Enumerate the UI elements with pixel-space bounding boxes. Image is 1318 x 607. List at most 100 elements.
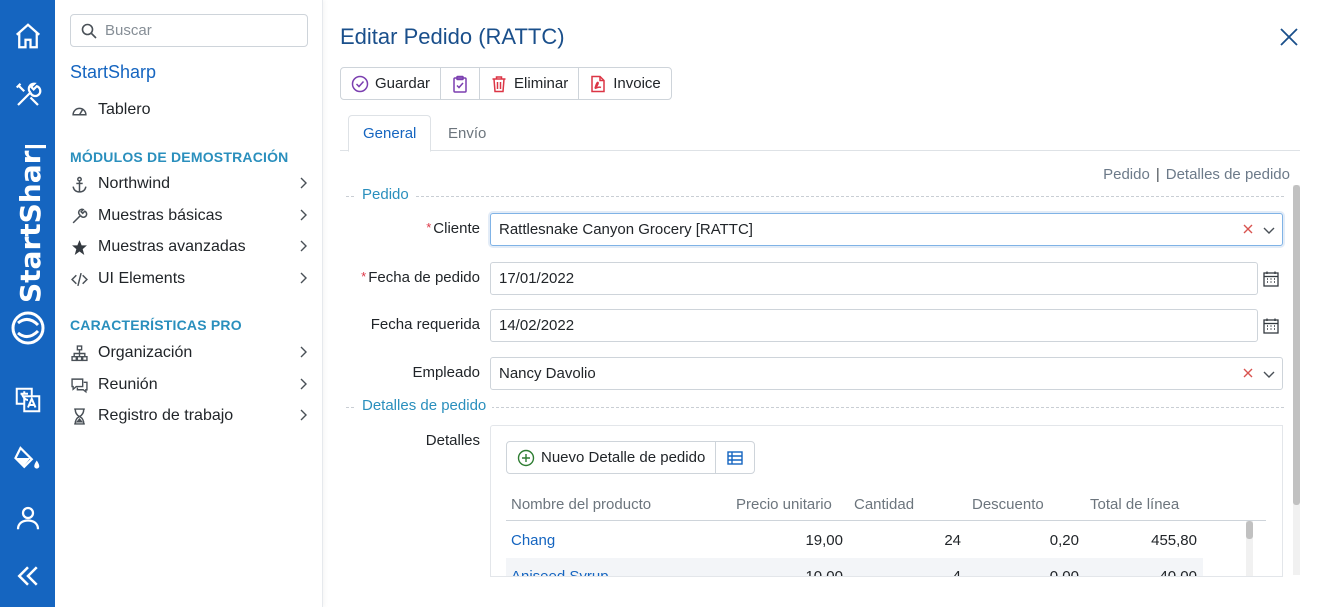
- column-picker-button[interactable]: [716, 442, 754, 473]
- invoice-button[interactable]: Invoice: [579, 68, 671, 99]
- sidebar-item-northwind[interactable]: Northwind: [70, 170, 310, 198]
- tools-icon[interactable]: [0, 73, 55, 117]
- discount-cell: 0,00: [1049, 568, 1079, 577]
- required-date-label: Fecha requerida: [370, 316, 480, 333]
- chevron-right-icon: [300, 409, 307, 421]
- scrollbar-thumb[interactable]: [1293, 185, 1300, 505]
- employee-label: Empleado: [412, 364, 480, 381]
- employee-select[interactable]: Nancy Davolio: [490, 357, 1283, 390]
- category-title: Detalles de pedido: [356, 397, 493, 414]
- category-order: Pedido: [346, 186, 1284, 206]
- product-link[interactable]: Aniseed Syrup: [511, 568, 609, 576]
- order-date-label: * Fecha de pedido: [361, 269, 480, 286]
- theme-icon[interactable]: [0, 436, 55, 480]
- calendar-icon[interactable]: [1262, 317, 1280, 335]
- column-header[interactable]: Cantidad: [854, 496, 914, 513]
- line-total-cell: 40,00: [1159, 568, 1197, 577]
- plus-circle-icon: [517, 449, 535, 466]
- column-header[interactable]: Nombre del producto: [511, 496, 651, 513]
- tab-general[interactable]: General: [348, 115, 432, 152]
- form-scrollbar[interactable]: [1293, 185, 1300, 575]
- table-row[interactable]: Aniseed Syrup 10,00 4 0,00 40,00: [506, 558, 1203, 577]
- brand-logo: StartSharp: [4, 131, 52, 355]
- grid-scrollbar[interactable]: [1246, 521, 1253, 576]
- app-title[interactable]: StartSharp: [70, 62, 156, 83]
- clear-icon[interactable]: [1242, 223, 1254, 235]
- svg-text:StartSharp: StartSharp: [14, 145, 47, 303]
- new-order-detail-button[interactable]: Nuevo Detalle de pedido: [507, 442, 717, 473]
- customer-label: * Cliente: [426, 220, 480, 237]
- clear-icon[interactable]: [1242, 367, 1254, 379]
- product-link[interactable]: Chang: [511, 532, 555, 549]
- home-icon[interactable]: [0, 14, 55, 58]
- hourglass-icon: [70, 407, 88, 425]
- code-icon: [70, 270, 88, 288]
- sidebar-item-label: Registro de trabajo: [98, 407, 234, 424]
- section-pro-header: CARACTERÍSTICAS PRO: [70, 317, 242, 333]
- sidebar-item-label: Muestras avanzadas: [98, 238, 246, 255]
- calendar-icon[interactable]: [1262, 270, 1280, 288]
- link-order[interactable]: Pedido: [1103, 166, 1150, 183]
- tab-strip: General Envío: [340, 115, 1300, 152]
- column-header[interactable]: Descuento: [972, 496, 1044, 513]
- scrollbar-thumb[interactable]: [1246, 521, 1253, 539]
- search-input[interactable]: [105, 22, 295, 39]
- chevron-down-icon[interactable]: [1262, 223, 1276, 237]
- column-header[interactable]: Precio unitario: [736, 496, 832, 513]
- trash-icon: [492, 75, 506, 92]
- customer-select[interactable]: Rattlesnake Canyon Grocery [RATTC]: [490, 213, 1283, 246]
- dialog-toolbar: Guardar Eliminar Invoice: [340, 67, 672, 100]
- delete-button[interactable]: Eliminar: [480, 68, 580, 99]
- order-details-grid: Nuevo Detalle de pedido Nombre del produ…: [490, 425, 1283, 577]
- gauge-icon: [70, 101, 88, 119]
- section-demo-header: MÓDULOS DE DEMOSTRACIÓN: [70, 149, 289, 165]
- close-icon[interactable]: [1278, 26, 1300, 48]
- grid-header: Nombre del producto Precio unitario Cant…: [506, 486, 1266, 521]
- clipboard-check-icon: [453, 75, 467, 93]
- column-header[interactable]: Total de línea: [1090, 496, 1179, 513]
- sidebar-item-label: Muestras básicas: [98, 207, 223, 224]
- order-date-input[interactable]: 17/01/2022: [490, 262, 1258, 295]
- required-mark: *: [426, 220, 432, 235]
- sidebar-item-dashboard[interactable]: Tablero: [70, 96, 310, 124]
- sidebar-item-ui-elements[interactable]: UI Elements: [70, 265, 310, 293]
- chevron-right-icon: [300, 240, 307, 252]
- category-order-details: Detalles de pedido: [346, 397, 1284, 417]
- quantity-cell: 4: [952, 568, 961, 577]
- wrench-icon: [70, 207, 88, 225]
- chevron-right-icon: [300, 209, 307, 221]
- required-mark: *: [361, 269, 367, 284]
- sidebar: StartSharp Tablero MÓDULOS DE DEMOSTRACI…: [55, 0, 323, 607]
- sidebar-item-work-log[interactable]: Registro de trabajo: [70, 402, 310, 430]
- language-icon[interactable]: [0, 378, 55, 422]
- sidebar-item-label: Tablero: [98, 101, 151, 118]
- search-icon: [81, 23, 97, 39]
- save-button[interactable]: Guardar: [341, 68, 442, 99]
- star-icon: [70, 238, 88, 256]
- link-order-details[interactable]: Detalles de pedido: [1166, 166, 1290, 183]
- sidebar-item-advanced-samples[interactable]: Muestras avanzadas: [70, 233, 310, 261]
- sidebar-item-label: Organización: [98, 344, 193, 361]
- edit-order-dialog: Editar Pedido (RATTC) Guardar Eliminar I…: [340, 0, 1318, 607]
- chevron-down-icon[interactable]: [1262, 367, 1276, 381]
- quantity-cell: 24: [944, 532, 961, 549]
- sidebar-item-organization[interactable]: Organización: [70, 339, 310, 367]
- left-rail: StartSharp: [0, 0, 55, 607]
- sidebar-item-meeting[interactable]: Reunión: [70, 371, 310, 399]
- sidebar-item-basic-samples[interactable]: Muestras básicas: [70, 202, 310, 230]
- org-chart-icon: [70, 344, 88, 362]
- section-links: Pedido | Detalles de pedido: [1103, 166, 1290, 183]
- sidebar-item-label: UI Elements: [98, 270, 186, 287]
- apply-changes-button[interactable]: [441, 68, 481, 99]
- chevron-right-icon: [300, 272, 307, 284]
- collapse-icon[interactable]: [0, 554, 55, 598]
- required-date-input[interactable]: 14/02/2022: [490, 309, 1258, 342]
- chevron-right-icon: [300, 378, 307, 390]
- search-box[interactable]: [70, 14, 308, 47]
- sidebar-item-label: Reunión: [98, 376, 158, 393]
- table-row[interactable]: Chang 19,00 24 0,20 455,80: [506, 522, 1203, 558]
- pdf-icon: [591, 75, 605, 92]
- chevron-right-icon: [300, 346, 307, 358]
- tab-shipping[interactable]: Envío: [434, 115, 500, 151]
- user-icon[interactable]: [0, 496, 55, 540]
